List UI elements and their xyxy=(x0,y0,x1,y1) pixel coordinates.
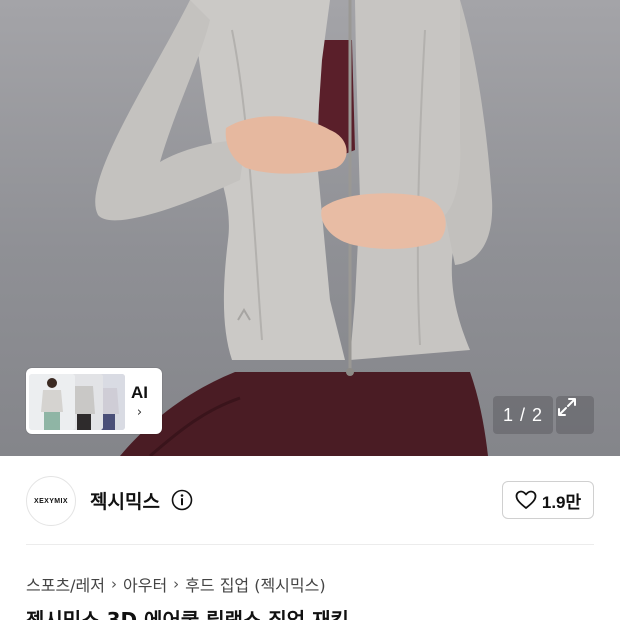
product-title-text: 젝시믹스 3D 에어쿨 릴랙스 집업 재킷 xyxy=(26,608,349,620)
seller-row: XEXYMIX 젝시믹스 1.9만 xyxy=(0,456,620,546)
like-button[interactable]: 1.9만 xyxy=(502,481,594,519)
product-image[interactable]: AI › 1 / 2 xyxy=(0,0,620,456)
image-pager: 1 / 2 xyxy=(493,396,553,434)
breadcrumb-item-hood-zipup[interactable]: 후드 집업 (젝시믹스) xyxy=(185,572,325,596)
divider xyxy=(26,544,594,545)
ai-label: AI xyxy=(131,382,148,402)
breadcrumb-item-outer[interactable]: 아우터 xyxy=(123,572,167,596)
thumbnail-1 xyxy=(29,374,75,430)
product-title-partial: 젝시믹스 3D 에어쿨 릴랙스 집업 재킷 xyxy=(26,606,594,620)
chevron-right-icon: › xyxy=(136,404,143,420)
breadcrumb-item-sports[interactable]: 스포츠/레저 xyxy=(26,572,105,596)
chevron-right-icon: › xyxy=(173,575,180,593)
expand-button[interactable] xyxy=(556,396,594,434)
chevron-right-icon: › xyxy=(111,575,117,593)
heart-outline-icon xyxy=(515,490,537,509)
breadcrumb: 스포츠/레저 › 아우터 › 후드 집업 (젝시믹스) xyxy=(26,572,326,596)
expand-arrows-icon xyxy=(558,398,576,416)
like-count: 1.9만 xyxy=(541,492,582,512)
seller-logo[interactable]: XEXYMIX xyxy=(26,476,76,526)
ai-thumbnails xyxy=(29,372,127,430)
seller-name[interactable]: 젝시믹스 xyxy=(90,487,160,514)
ai-recommend-card[interactable]: AI › xyxy=(26,368,162,434)
seller-logo-text: XEXYMIX xyxy=(34,497,68,505)
info-circle-icon[interactable] xyxy=(171,489,193,511)
